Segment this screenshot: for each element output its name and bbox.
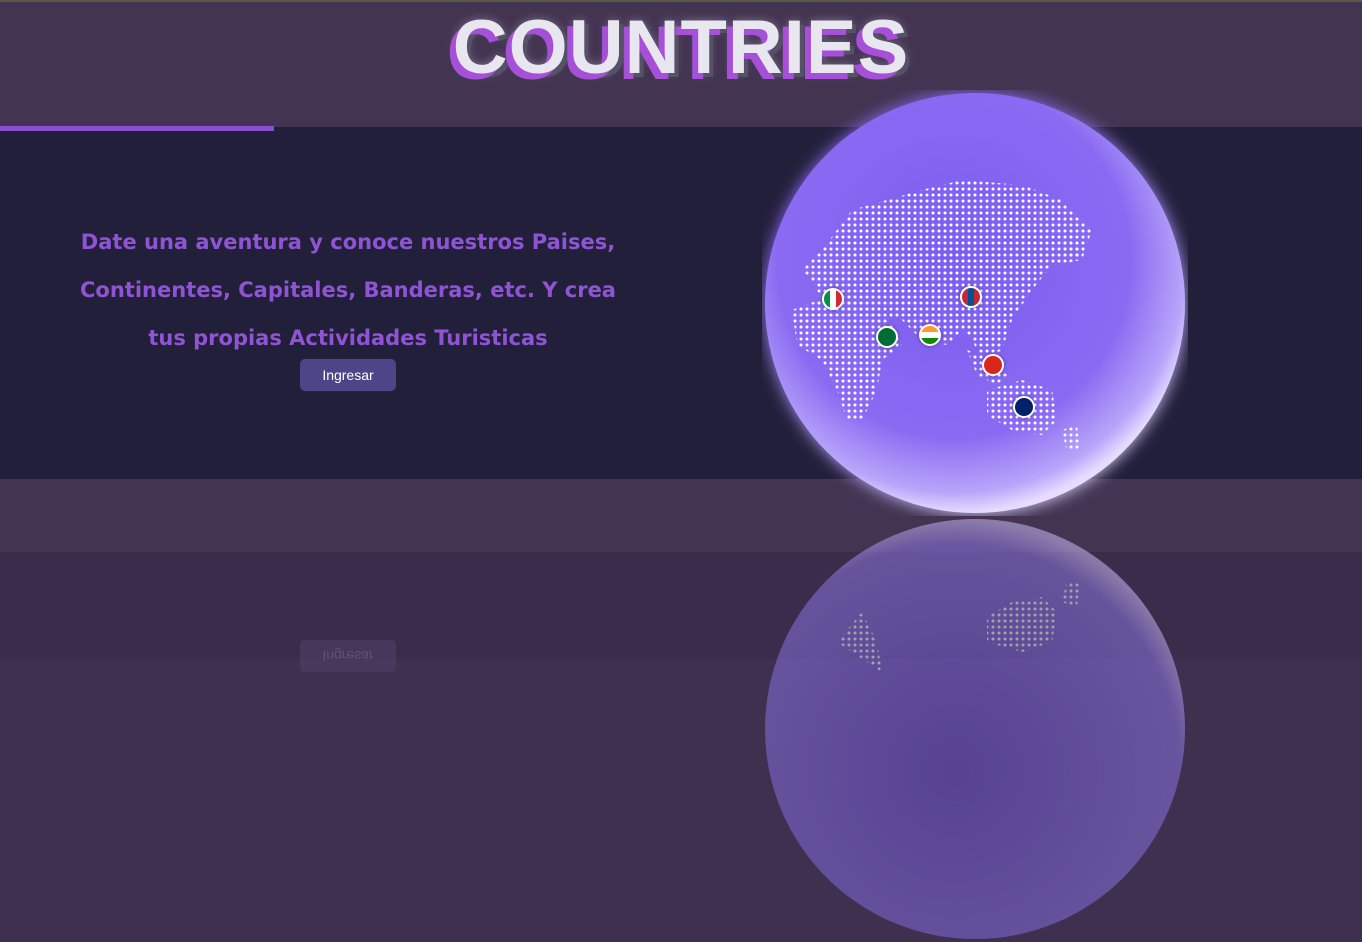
globe-image	[762, 90, 1188, 516]
ingresar-button-reflection: Ingresar	[300, 640, 396, 672]
globe-reflection	[762, 516, 1188, 942]
mongolia-flag-icon[interactable]	[960, 286, 982, 308]
globe-reflection-graphic	[765, 519, 1185, 939]
italy-flag-icon[interactable]	[822, 288, 844, 310]
hero-description: Date una aventura y conoce nuestros Pais…	[80, 230, 616, 350]
ingresar-button[interactable]: Ingresar	[300, 359, 396, 391]
accent-underline	[0, 126, 274, 131]
page-title: COUNTRIES	[452, 5, 910, 90]
vietnam-flag-icon[interactable]	[982, 354, 1004, 376]
india-flag-icon[interactable]	[919, 324, 941, 346]
australia-flag-icon[interactable]	[1013, 396, 1035, 418]
saudi-arabia-flag-icon[interactable]	[876, 326, 898, 348]
